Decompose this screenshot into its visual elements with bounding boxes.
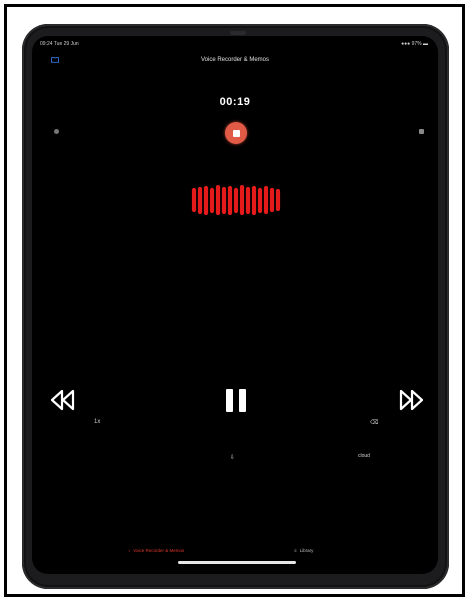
recording-timer: 00:19	[219, 96, 251, 108]
cloud-button[interactable]: cloud	[358, 453, 370, 459]
status-indicators: ●●● 97% ▬	[401, 41, 428, 47]
playback-speed-button[interactable]: 1x	[94, 419, 100, 425]
camera-notch	[230, 31, 246, 35]
stop-icon	[232, 129, 240, 137]
stop-recording-button[interactable]	[225, 122, 247, 144]
dot-icon[interactable]	[54, 129, 59, 134]
save-button[interactable]: ⇩	[230, 454, 235, 461]
square-icon[interactable]	[419, 129, 424, 134]
mic-icon: ↕	[128, 548, 131, 553]
status-time: 09:24 Tue 29 Jun	[40, 41, 79, 47]
tab-library-label: Library	[299, 548, 314, 553]
rewind-icon[interactable]	[50, 389, 76, 411]
fast-forward-icon[interactable]	[398, 389, 424, 411]
tab-recorder[interactable]: ↕ Voice Recorder & Memos	[128, 548, 184, 553]
delete-button[interactable]: ⌫	[370, 419, 378, 426]
home-indicator	[178, 561, 296, 564]
waveform-visualizer	[191, 185, 281, 216]
tab-library[interactable]: ≡ Library	[294, 548, 313, 553]
app-screen: 09:24 Tue 29 Jun ●●● 97% ▬ Voice Recorde…	[32, 36, 438, 574]
list-icon: ≡	[294, 548, 297, 553]
tab-recorder-label: Voice Recorder & Memos	[133, 548, 185, 553]
page-title: Voice Recorder & Memos	[200, 57, 270, 63]
pause-icon[interactable]	[225, 388, 248, 413]
